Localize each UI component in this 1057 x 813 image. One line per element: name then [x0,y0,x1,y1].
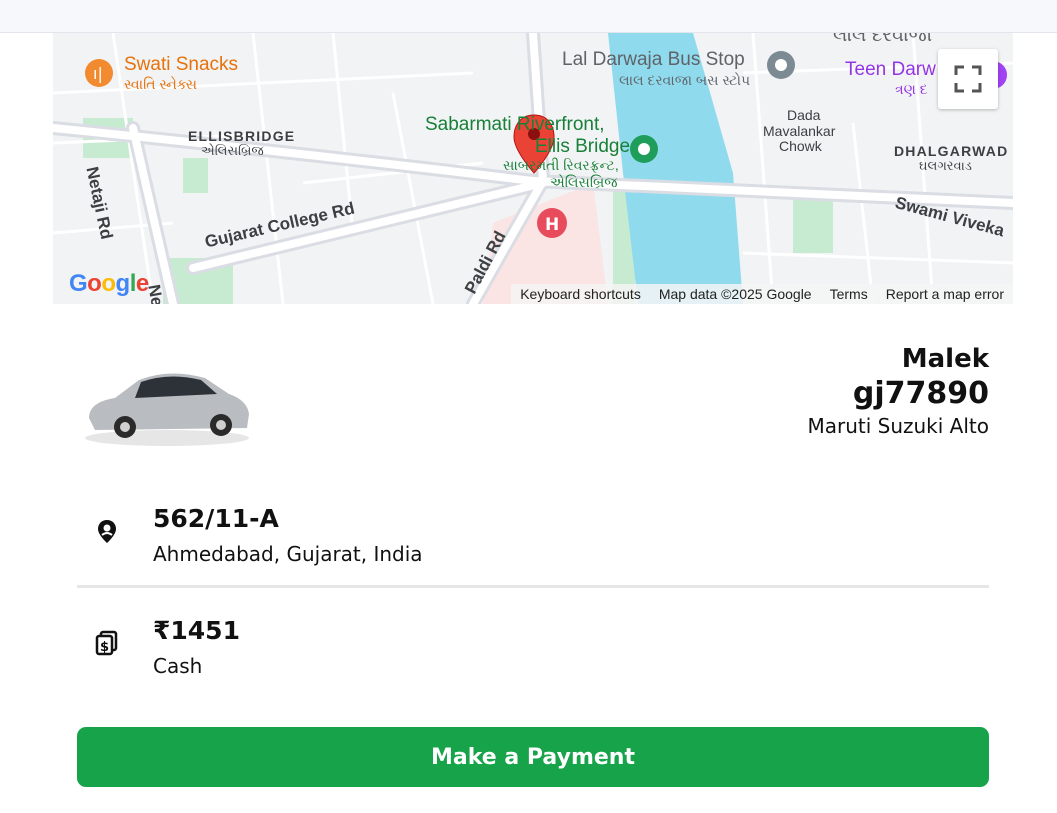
map-place-label: Mavalankar [763,123,836,139]
make-payment-button[interactable]: Make a Payment [77,727,989,787]
map-area-label-gu: એલિસબ્રિજ [201,143,264,158]
pickup-location-row: 562/11-A Ahmedabad, Gujarat, India [77,498,989,578]
money-stack-icon: $ [95,630,118,656]
map-poi-label[interactable]: Teen Darw [845,59,936,81]
driver-info: Malek gj77890 Maruti Suzuki Alto [807,342,989,440]
vehicle-number: gj77890 [852,376,989,411]
driver-card: Malek gj77890 Maruti Suzuki Alto [77,330,989,460]
map-poi-label-gu: ત્રણ દ [895,81,928,97]
google-logo[interactable]: Google [69,270,149,298]
map-attribution: Keyboard shortcuts Map data ©2025 Google… [511,284,1013,304]
map-poi-label[interactable]: Sabarmati Riverfront, [425,114,605,136]
map-poi-label[interactable]: Lal Darwaja Bus Stop [562,49,745,71]
map-area-label-gu: ઘલગરવાડ [919,158,972,173]
map-poi-label: Ellis Bridge [535,136,631,157]
terms-link[interactable]: Terms [821,286,877,302]
map-poi-label-gu: સાબરમતી રિવરફ્રન્ટ, [503,157,619,173]
driver-name: Malek [901,344,989,374]
map-place-label: Chowk [779,138,822,154]
map-view[interactable]: ı| H Swati Snacks સ્વાતિ સ્નેક્સ Lal Dar… [53,33,1013,304]
map-poi-label[interactable]: Swati Snacks [124,54,238,76]
svg-text:H: H [545,215,559,235]
map-poi-label-gu: સ્વાતિ સ્નેક્સ [124,76,197,92]
fare-amount: ₹1451 [153,616,240,645]
fullscreen-icon [954,65,982,93]
map-poi-label-gu: એલિસબ્રિજ [550,174,618,190]
fullscreen-button[interactable] [938,49,998,109]
car-image [85,373,249,446]
location-pin-icon [98,520,116,543]
svg-text:$: $ [100,640,109,655]
vehicle-model: Maruti Suzuki Alto [807,414,989,438]
map-poi-label-gu: લાલ દરવાજા બસ સ્ટોપ [619,72,751,88]
map-data-text: Map data ©2025 Google [658,286,812,302]
map-place-label: Dada [787,107,821,123]
keyboard-shortcuts-link[interactable]: Keyboard shortcuts [511,286,650,302]
map-area-label-gu: લાલ દરવાજા [833,33,933,46]
address-line-2: Ahmedabad, Gujarat, India [153,542,423,566]
map-area-label: ELLISBRIDGE [188,128,296,144]
divider [77,585,989,588]
payment-method: Cash [153,654,203,678]
payment-row: $ ₹1451 Cash [77,610,989,690]
top-bar [0,0,1057,33]
report-map-error-link[interactable]: Report a map error [877,286,1013,302]
address-line-1: 562/11-A [153,504,279,533]
svg-text:ı|: ı| [93,64,103,83]
map-area-label: DHALGARWAD [894,143,1009,159]
